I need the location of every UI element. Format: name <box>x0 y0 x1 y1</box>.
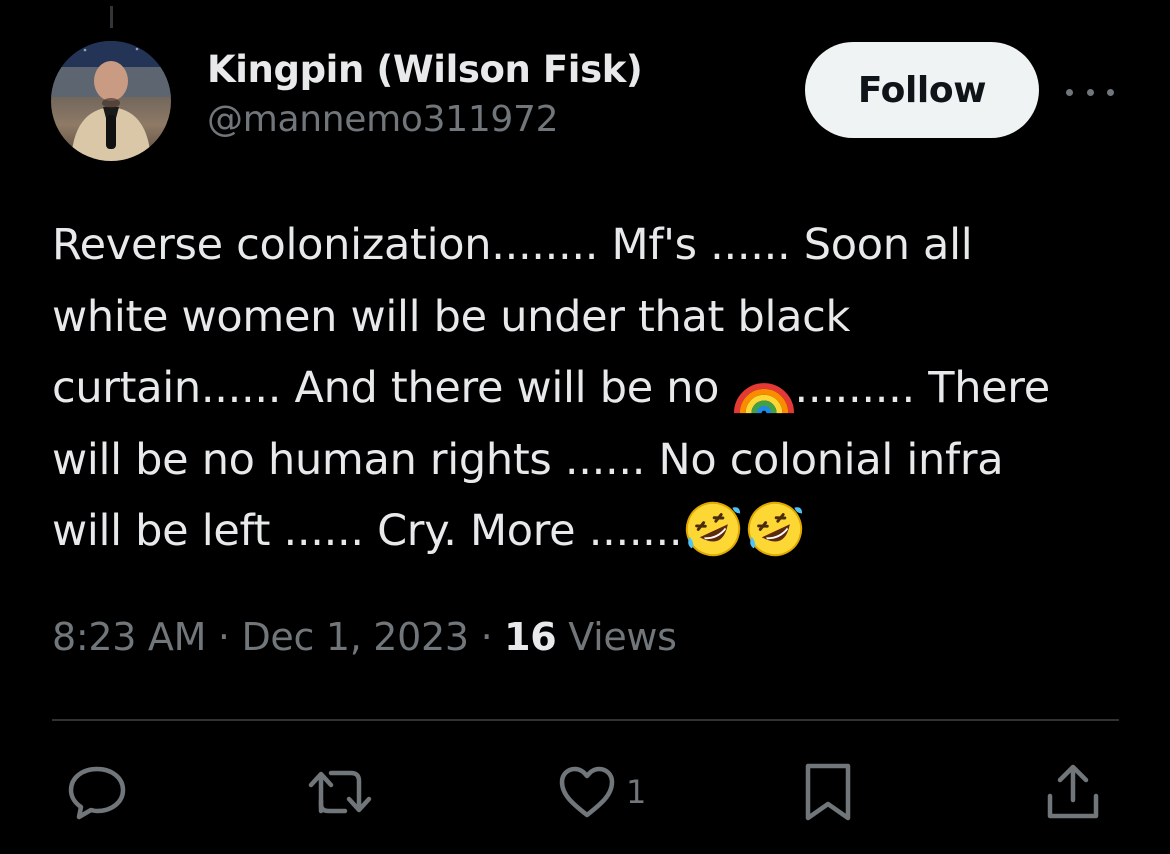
author-name[interactable]: Kingpin (Wilson Fisk) <box>207 48 643 91</box>
like-button[interactable]: 1 <box>556 760 646 824</box>
bookmark-button[interactable] <box>800 760 856 824</box>
tweet-line: will be no human rights ...... No coloni… <box>52 434 1004 485</box>
like-icon <box>559 766 615 818</box>
share-button[interactable] <box>1042 760 1104 824</box>
tweet-date[interactable]: Dec 1, 2023 <box>241 615 469 659</box>
author-block: Kingpin (Wilson Fisk) @mannemo311972 <box>207 48 643 140</box>
retweet-icon <box>308 770 372 814</box>
rolling-laughing-emoji <box>748 501 803 556</box>
tweet-line: white women will be under that black <box>52 291 851 342</box>
author-handle[interactable]: @mannemo311972 <box>207 99 642 140</box>
views-count[interactable]: 16 <box>504 615 557 659</box>
tweet-meta: 8:23 AM · Dec 1, 2023 · 16 Views <box>52 615 677 659</box>
like-count: 1 <box>626 773 647 811</box>
tweet-line: will be left ...... Cry. More ....... <box>52 496 1132 568</box>
meta-separator: · <box>217 615 230 659</box>
follow-button[interactable]: Follow <box>805 42 1039 138</box>
avatar[interactable] <box>51 41 171 161</box>
divider <box>52 719 1119 721</box>
more-dot <box>1107 88 1114 96</box>
views-label[interactable]: Views <box>568 615 677 659</box>
tweet-line-part: ......... There <box>794 363 1051 413</box>
tweet-line: Reverse colonization........ Mf's ......… <box>52 220 973 270</box>
tweet-line-part: curtain...... And there will be no <box>52 363 733 413</box>
more-icon[interactable] <box>1066 82 1114 102</box>
reply-button[interactable] <box>66 760 128 824</box>
bookmark-icon <box>805 763 851 821</box>
thread-connector <box>110 6 113 28</box>
tweet-line-part: will be left ...... Cry. More ....... <box>52 506 683 556</box>
more-dot <box>1066 88 1073 96</box>
rolling-laughing-emoji <box>686 501 741 556</box>
meta-separator: · <box>480 615 493 659</box>
rainbow-emoji <box>733 382 794 414</box>
tweet-time[interactable]: 8:23 AM <box>52 615 206 659</box>
reply-icon <box>68 766 126 820</box>
tweet-text: Reverse colonization........ Mf's ......… <box>52 210 1132 568</box>
retweet-button[interactable] <box>305 760 375 824</box>
more-dot <box>1086 88 1094 96</box>
share-icon <box>1047 764 1099 819</box>
tweet-line: curtain...... And there will be no .....… <box>52 353 1132 425</box>
